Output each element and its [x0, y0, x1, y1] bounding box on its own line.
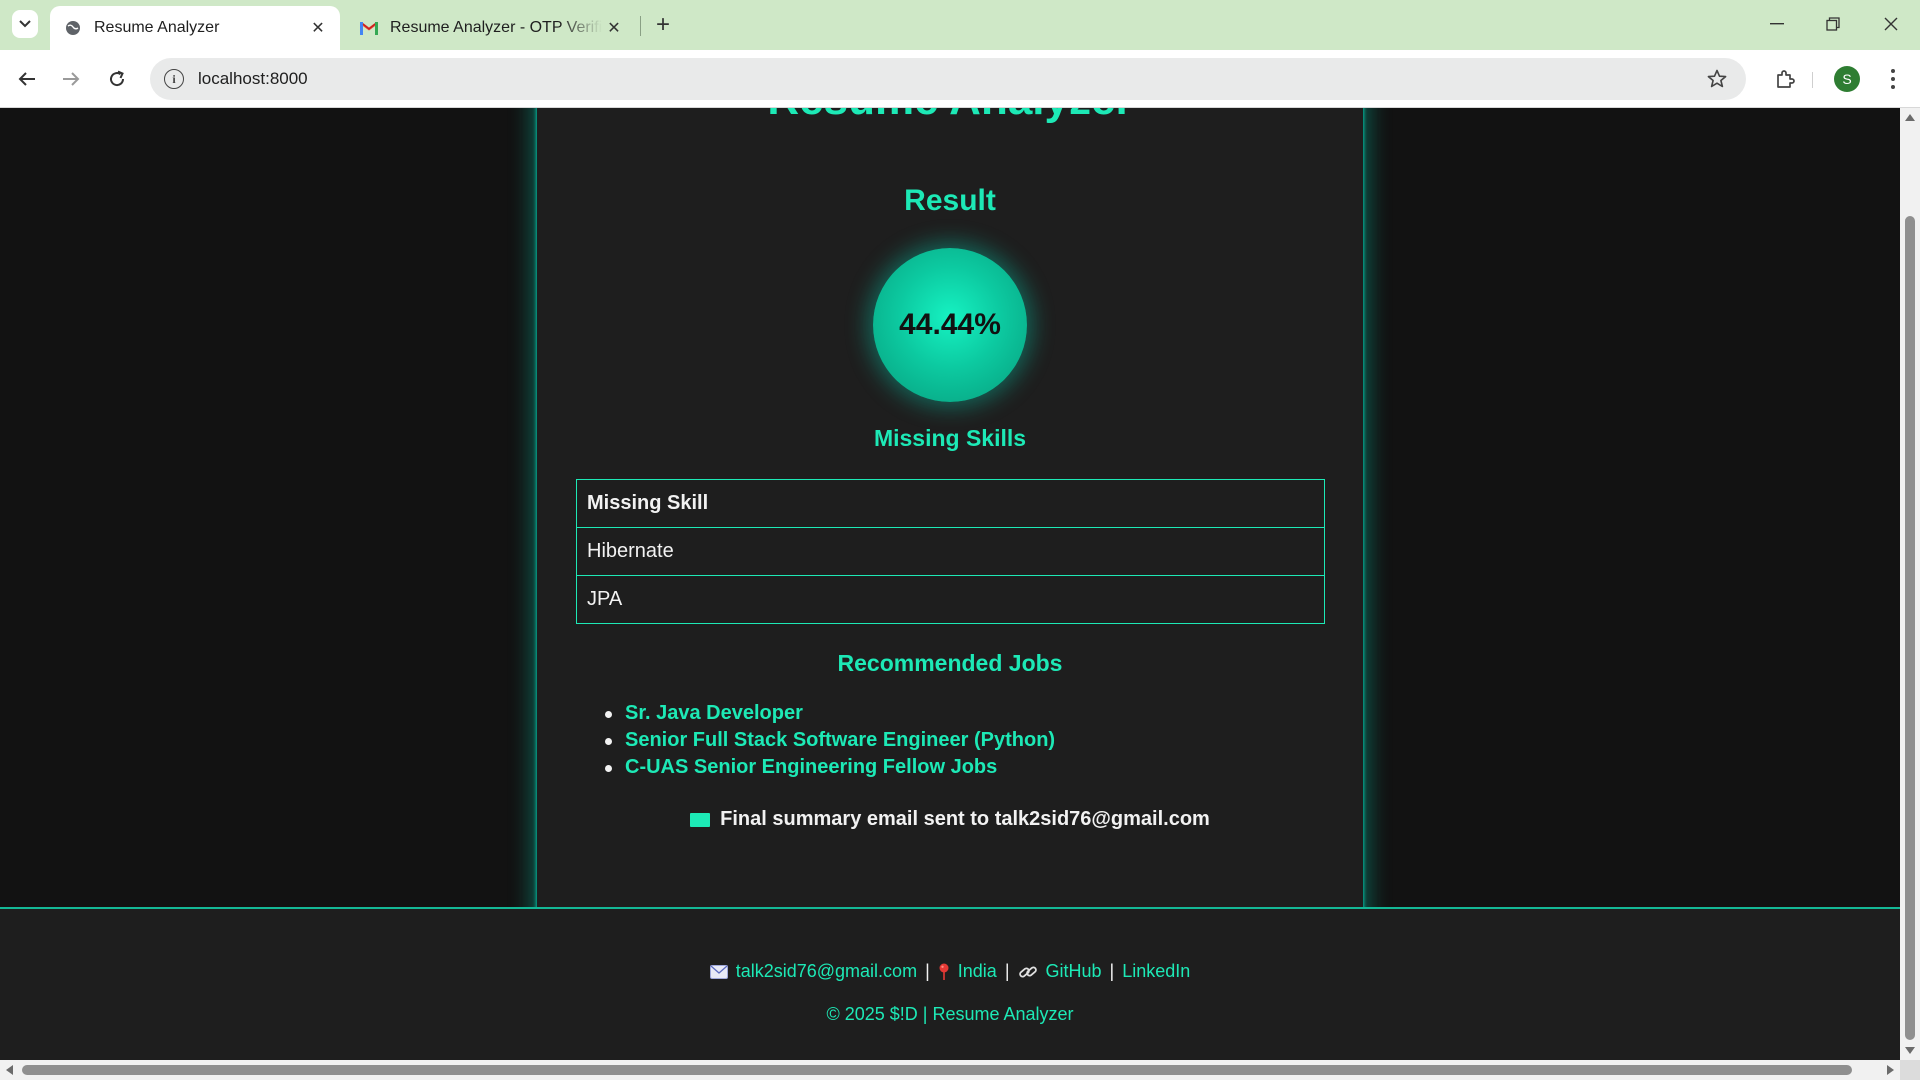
recommended-jobs-heading: Recommended Jobs: [837, 650, 1063, 676]
table-cell: JPA: [576, 575, 1325, 624]
vertical-scroll-thumb[interactable]: [1905, 216, 1915, 1040]
footer-email-link[interactable]: talk2sid76@gmail.com: [736, 961, 917, 982]
arrow-right-icon: [63, 72, 80, 86]
puzzle-icon: [1777, 70, 1795, 88]
reload-button[interactable]: [102, 64, 132, 94]
address-bar[interactable]: i localhost:8000: [150, 58, 1746, 100]
job-link[interactable]: C-UAS Senior Engineering Fellow Jobs: [625, 756, 997, 778]
job-link[interactable]: Senior Full Stack Software Engineer (Pyt…: [625, 729, 1055, 751]
missing-skills-table: Missing Skill Hibernate JPA: [576, 479, 1325, 624]
scroll-left-icon[interactable]: [6, 1065, 13, 1075]
vertical-scrollbar[interactable]: [1900, 108, 1920, 1060]
star-icon[interactable]: [1702, 64, 1732, 94]
browser-toolbar: i localhost:8000: [0, 50, 1920, 108]
result-heading: Result: [904, 184, 996, 217]
result-card: Resume Analyzer Result 44.44% Missing Sk…: [537, 108, 1363, 978]
linkedin-link[interactable]: LinkedIn: [1122, 961, 1190, 982]
score-circle: 44.44%: [873, 248, 1027, 402]
footer-separator: |: [1109, 961, 1115, 981]
page-viewport: Resume Analyzer Result 44.44% Missing Sk…: [0, 108, 1900, 1060]
footer-separator: |: [1004, 961, 1010, 981]
pin-icon: [938, 963, 950, 981]
list-item: Sr. Java Developer: [604, 700, 1055, 727]
globe-icon: [64, 19, 82, 37]
minimize-button[interactable]: [1762, 10, 1792, 38]
scrollbar-corner: [1900, 1060, 1920, 1080]
link-icon: [1018, 963, 1038, 981]
footer-copyright: © 2025 $!D | Resume Analyzer: [826, 1004, 1074, 1024]
missing-skills-heading: Missing Skills: [873, 425, 1027, 451]
tab-title: Resume Analyzer - OTP Verification: [390, 19, 602, 36]
scroll-right-icon[interactable]: [1887, 1065, 1894, 1075]
table-cell: Hibernate: [576, 527, 1325, 576]
profile-avatar[interactable]: S: [1834, 66, 1860, 92]
reload-icon: [110, 70, 125, 87]
table-row: Hibernate: [576, 527, 1325, 576]
horizontal-scrollbar[interactable]: [0, 1060, 1900, 1080]
tab-search-button[interactable]: [12, 10, 38, 38]
footer-location: India: [957, 961, 997, 981]
tab-resume-analyzer[interactable]: Resume Analyzer ✕: [50, 6, 340, 50]
envelope-icon: [690, 812, 711, 827]
close-window-button[interactable]: [1876, 10, 1906, 38]
chrome-menu-button[interactable]: [1880, 64, 1906, 94]
horizontal-scroll-thumb[interactable]: [22, 1065, 1852, 1075]
recommended-jobs-list: Sr. Java Developer Senior Full Stack Sof…: [604, 700, 1055, 781]
envelope-icon: [709, 964, 728, 979]
gmail-icon: [360, 19, 378, 37]
footer-contact: talk2sid76@gmail.com | India | GitHub | …: [0, 961, 1900, 982]
new-tab-button[interactable]: +: [650, 11, 676, 38]
extensions-button[interactable]: [1770, 64, 1800, 94]
chevron-down-icon: [19, 20, 31, 28]
footer-separator: |: [925, 961, 930, 981]
tab-title: Resume Analyzer: [94, 19, 220, 36]
email-sent-notice: Final summary email sent to talk2sid76@g…: [537, 808, 1363, 831]
email-sent-text: Final summary email sent to talk2sid76@g…: [720, 808, 1210, 830]
scroll-up-icon[interactable]: [1905, 114, 1915, 121]
url-text[interactable]: localhost:8000: [198, 69, 1702, 89]
column-header: Missing Skill: [576, 479, 1325, 528]
list-item: C-UAS Senior Engineering Fellow Jobs: [604, 754, 1055, 781]
page-title: Resume Analyzer: [537, 108, 1363, 122]
job-link[interactable]: Sr. Java Developer: [625, 702, 803, 724]
scroll-down-icon[interactable]: [1905, 1047, 1915, 1054]
github-link[interactable]: GitHub: [1046, 961, 1102, 982]
more-vert-icon: [1891, 69, 1895, 73]
minimize-icon: [1770, 23, 1784, 25]
table-header-row: Missing Skill: [576, 479, 1325, 528]
arrow-left-icon: [18, 72, 35, 86]
close-icon[interactable]: ✕: [602, 16, 626, 40]
back-button[interactable]: [12, 64, 42, 94]
tab-divider: [640, 16, 641, 36]
close-icon: [1884, 17, 1898, 31]
info-icon[interactable]: i: [164, 69, 184, 89]
toolbar-divider: [1812, 72, 1813, 88]
close-icon[interactable]: ✕: [306, 16, 330, 40]
table-row: JPA: [576, 575, 1325, 624]
restore-button[interactable]: [1818, 10, 1848, 38]
list-item: Senior Full Stack Software Engineer (Pyt…: [604, 727, 1055, 754]
tab-otp-verification[interactable]: Resume Analyzer - OTP Verification ✕: [346, 6, 636, 50]
page-footer: talk2sid76@gmail.com | India | GitHub | …: [0, 907, 1900, 1060]
restore-icon: [1826, 17, 1840, 31]
score-value: 44.44%: [899, 308, 1001, 341]
tab-strip: Resume Analyzer ✕ Resume Analyzer - OTP …: [0, 0, 1920, 50]
forward-button[interactable]: [56, 64, 86, 94]
